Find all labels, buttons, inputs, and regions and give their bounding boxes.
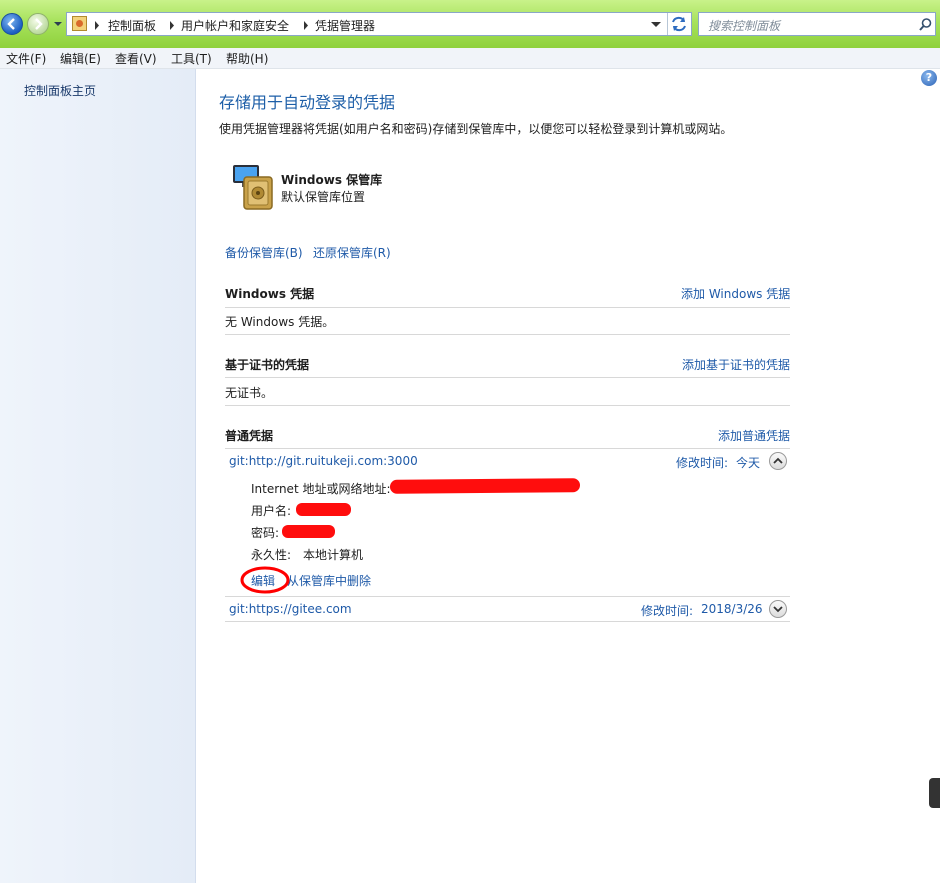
section-divider <box>225 621 790 622</box>
redacted-username <box>296 503 351 516</box>
menu-help[interactable]: 帮助(H) <box>226 50 268 67</box>
forward-button[interactable] <box>27 13 49 35</box>
collapse-button[interactable] <box>769 452 787 470</box>
section-divider <box>225 307 790 308</box>
windows-credentials-heading: Windows 凭据 <box>225 287 315 301</box>
credential-modified-value: 今天 <box>736 456 761 470</box>
vault-name: Windows 保管库 <box>281 173 383 187</box>
vault-subtitle: 默认保管库位置 <box>281 190 366 204</box>
certificate-credentials-heading: 基于证书的凭据 <box>225 358 310 372</box>
address-label: Internet 地址或网络地址: <box>251 482 391 496</box>
credential-item-collapsed[interactable]: git:https://gitee.com 修改时间: 2018/3/26 <box>225 597 790 621</box>
chevron-right-icon <box>94 19 100 33</box>
help-icon[interactable]: ? <box>921 70 937 86</box>
redacted-password <box>282 525 335 538</box>
chevron-up-icon <box>773 457 783 464</box>
menu-file[interactable]: 文件(F) <box>6 50 46 67</box>
credential-modified-value: 2018/3/26 <box>701 602 763 616</box>
menu-view[interactable]: 查看(V) <box>115 50 157 67</box>
redacted-address <box>389 478 581 494</box>
credential-modified-label: 修改时间: <box>641 604 694 618</box>
expand-button[interactable] <box>769 600 787 618</box>
breadcrumb-user-accounts[interactable]: 用户帐户和家庭安全 <box>181 17 289 34</box>
sidebar-item-control-panel-home[interactable]: 控制面板主页 <box>24 82 96 99</box>
refresh-icon <box>672 16 686 32</box>
username-label: 用户名: <box>251 504 292 518</box>
window-titlebar: 控制面板 用户帐户和家庭安全 凭据管理器 搜索控制面板 <box>0 0 940 48</box>
section-divider <box>225 334 790 335</box>
credential-modified-label: 修改时间: <box>676 456 729 470</box>
page-title: 存储用于自动登录的凭据 <box>219 93 396 112</box>
persistence-label: 永久性: <box>251 548 292 562</box>
windows-vault-icon <box>230 163 278 211</box>
windows-credentials-empty: 无 Windows 凭据。 <box>225 315 335 329</box>
chevron-right-icon <box>303 19 309 33</box>
recent-pages-button[interactable] <box>53 17 63 31</box>
backup-vault-link[interactable]: 备份保管库(B) <box>225 244 303 261</box>
side-panel-tab[interactable] <box>929 778 940 808</box>
chevron-right-icon <box>169 19 175 33</box>
chevron-down-icon <box>54 22 62 26</box>
certificate-credentials-empty: 无证书。 <box>225 386 274 400</box>
credential-name[interactable]: git:http://git.ruitukeji.com:3000 <box>229 454 418 468</box>
menu-edit[interactable]: 编辑(E) <box>60 50 101 67</box>
persistence-value: 本地计算机 <box>303 548 364 562</box>
add-generic-credential-link[interactable]: 添加普通凭据 <box>718 427 790 444</box>
remove-credential-link[interactable]: 从保管库中删除 <box>287 572 371 589</box>
search-input[interactable]: 搜索控制面板 <box>708 17 780 34</box>
sidebar: 控制面板主页 <box>0 69 196 883</box>
credential-item-expanded: git:http://git.ruitukeji.com:3000 修改时间: … <box>225 449 790 596</box>
password-label: 密码: <box>251 526 280 540</box>
page-description: 使用凭据管理器将凭据(如用户名和密码)存储到保管库中，以便您可以轻松登录到计算机… <box>219 122 733 136</box>
add-certificate-credential-link[interactable]: 添加基于证书的凭据 <box>682 356 790 373</box>
search-icon[interactable] <box>919 18 932 31</box>
section-divider <box>225 377 790 378</box>
restore-vault-link[interactable]: 还原保管库(R) <box>313 244 391 261</box>
control-panel-icon <box>72 16 87 31</box>
back-button[interactable] <box>1 13 23 35</box>
chevron-down-icon <box>773 606 783 613</box>
credential-name[interactable]: git:https://gitee.com <box>229 602 352 616</box>
section-divider <box>225 405 790 406</box>
forward-arrow-icon <box>35 18 43 30</box>
address-bar[interactable]: 控制面板 用户帐户和家庭安全 凭据管理器 <box>66 12 692 36</box>
search-box[interactable]: 搜索控制面板 <box>698 12 936 36</box>
menu-tools[interactable]: 工具(T) <box>171 50 212 67</box>
back-arrow-icon <box>7 18 15 30</box>
breadcrumb-control-panel[interactable]: 控制面板 <box>108 17 156 34</box>
menu-bar: 文件(F) 编辑(E) 查看(V) 工具(T) 帮助(H) <box>0 48 940 69</box>
refresh-button[interactable] <box>670 16 688 32</box>
add-windows-credential-link[interactable]: 添加 Windows 凭据 <box>681 285 790 302</box>
red-annotation-circle <box>240 566 290 594</box>
address-dropdown-button[interactable] <box>649 15 663 33</box>
generic-credentials-heading: 普通凭据 <box>225 429 274 443</box>
breadcrumb-credential-manager[interactable]: 凭据管理器 <box>315 17 375 34</box>
chevron-down-icon <box>651 22 661 27</box>
